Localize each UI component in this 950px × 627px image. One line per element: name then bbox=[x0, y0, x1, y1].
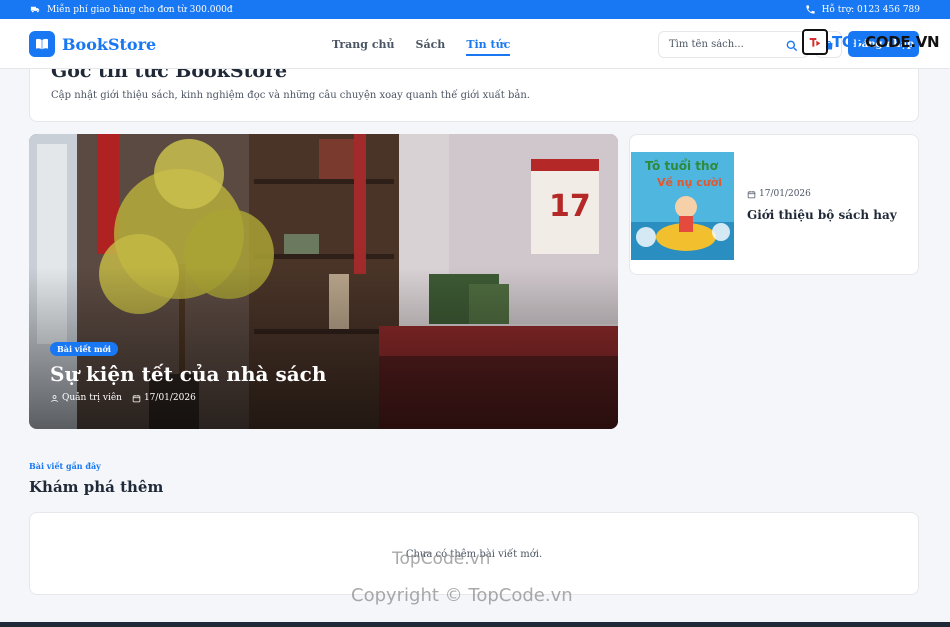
brand-name: BookStore bbox=[62, 34, 157, 54]
featured-date-text: 17/01/2026 bbox=[143, 393, 196, 403]
recent-section-title: Khám phá thêm bbox=[29, 478, 164, 496]
search-icon[interactable] bbox=[785, 38, 799, 52]
calendar-icon bbox=[132, 394, 141, 402]
shipping-text: Miễn phí giao hàng cho đơn từ 300.000đ bbox=[47, 4, 233, 15]
featured-title[interactable]: Sự kiện tết của nhà sách bbox=[50, 362, 326, 386]
side-article-card[interactable]: Tô tuổi thơ Về nụ cười 17/01/2026 Giới t… bbox=[629, 134, 919, 275]
support-notice: Hỗ trợ: 0123 456 789 bbox=[805, 4, 920, 15]
site-header: BookStore Trang chủ Sách Tin tức Đăng nh… bbox=[0, 19, 950, 69]
featured-author: Quản trị viên bbox=[50, 393, 122, 403]
watermark-suffix: CODE.VN bbox=[865, 33, 940, 51]
featured-article-card[interactable]: 17 Bài viết mới Sự kiện tết của nhà sách… bbox=[29, 134, 618, 429]
phone-icon bbox=[805, 5, 815, 14]
brand-logo[interactable]: BookStore bbox=[29, 31, 156, 57]
main-nav: Trang chủ Sách Tin tức bbox=[332, 38, 511, 56]
calendar-icon bbox=[747, 190, 756, 198]
featured-date: 17/01/2026 bbox=[132, 393, 196, 403]
thumbnail-line-2: Về nụ cười bbox=[657, 176, 722, 189]
top-announcement-bar: Miễn phí giao hàng cho đơn từ 300.000đ H… bbox=[0, 0, 950, 19]
truck-icon bbox=[30, 6, 40, 13]
nav-item-news[interactable]: Tin tức bbox=[466, 38, 511, 56]
recent-kicker: Bài viết gần đây bbox=[29, 461, 101, 471]
search-input[interactable] bbox=[659, 39, 781, 50]
new-post-badge: Bài viết mới bbox=[50, 342, 118, 356]
side-article-date: 17/01/2026 bbox=[747, 189, 811, 199]
featured-meta: Quản trị viên 17/01/2026 bbox=[50, 393, 196, 403]
support-text: Hỗ trợ: 0123 456 789 bbox=[821, 4, 920, 15]
side-date-text: 17/01/2026 bbox=[759, 189, 811, 199]
nav-item-books[interactable]: Sách bbox=[416, 38, 446, 56]
watermark-prefix: TOP bbox=[832, 33, 866, 51]
footer-edge bbox=[0, 622, 950, 627]
copyright-watermark: Copyright © TopCode.vn bbox=[351, 585, 573, 606]
user-icon bbox=[51, 394, 58, 402]
author-name: Quản trị viên bbox=[62, 393, 122, 403]
page-subtitle: Cập nhật giới thiệu sách, kinh nghiệm đọ… bbox=[51, 90, 530, 101]
side-article-title[interactable]: Giới thiệu bộ sách hay bbox=[747, 208, 897, 222]
watermark-text: TopCode.vn bbox=[392, 549, 491, 569]
search-box bbox=[658, 31, 809, 58]
topcode-watermark-logo: TOPCODE.VN bbox=[802, 29, 940, 55]
side-article-thumbnail: Tô tuổi thơ Về nụ cười bbox=[631, 152, 734, 260]
book-icon bbox=[29, 31, 55, 57]
nav-item-home[interactable]: Trang chủ bbox=[332, 38, 395, 56]
topcode-logo-icon bbox=[802, 29, 828, 55]
thumbnail-line-1: Tô tuổi thơ bbox=[645, 158, 719, 173]
shipping-notice: Miễn phí giao hàng cho đơn từ 300.000đ bbox=[30, 4, 233, 15]
